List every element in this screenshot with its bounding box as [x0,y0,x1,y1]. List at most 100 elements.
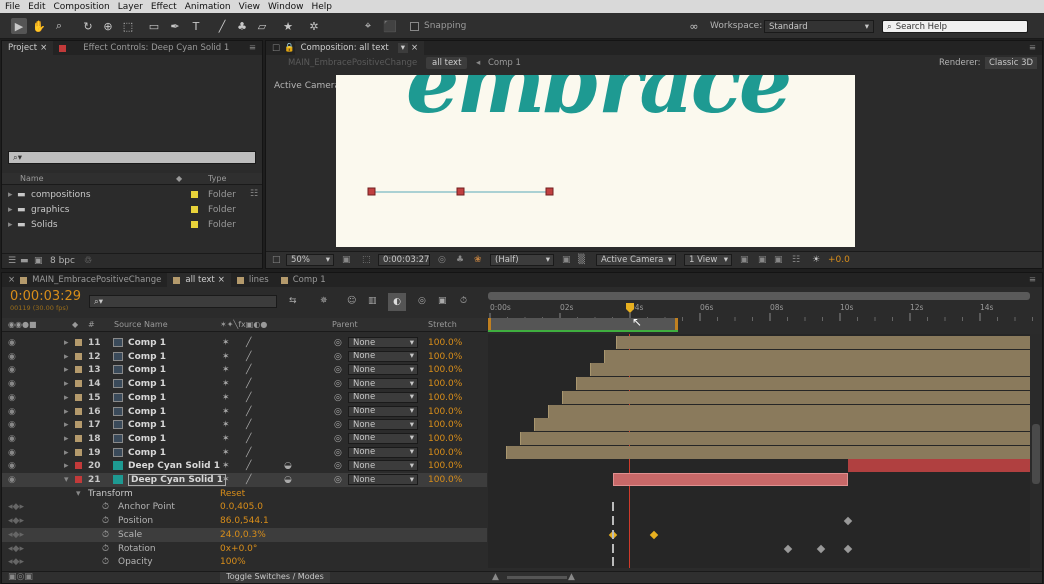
time-navigator[interactable] [488,292,1030,300]
shy-switch-icon[interactable]: ✶ [222,461,230,471]
toggle-pixel-aspect-icon[interactable]: ▣ [740,255,749,265]
brainstorm-icon[interactable]: ▣ [438,296,447,306]
stretch-header[interactable]: Stretch [428,320,457,329]
transform-group[interactable]: ▾ Transform Reset [2,487,487,501]
renderer-button[interactable]: Classic 3D [985,57,1038,69]
live-update-icon[interactable]: ⏱ [460,296,467,306]
table-row[interactable]: ◉ ▸ 14 Comp 1 ✶ ╱ ◎ None ▾ 100.0% [2,377,487,391]
layer-search-input[interactable]: ⌕▾ [89,295,277,308]
draft-3d-icon[interactable]: ✵ [320,296,328,306]
source-name-header[interactable]: Source Name [114,320,168,329]
layer-name[interactable]: Comp 1 [128,338,166,348]
disclosure-triangle-icon[interactable]: ▸ [8,220,13,230]
shy-switch-icon[interactable]: ✶ [222,393,230,403]
world-axis-icon[interactable]: ⬛ [382,18,398,34]
list-item[interactable]: ▸ ▬ graphics Folder [2,203,247,217]
stretch-value[interactable]: 100.0% [428,420,462,430]
layer-duration-bar[interactable] [506,445,1030,459]
stretch-value[interactable]: 100.0% [428,393,462,403]
keyframe-navigator-icon[interactable]: ◂◆▸ [8,544,24,554]
flowchart-icon[interactable]: ☷ [250,189,258,199]
layer-name[interactable]: Comp 1 [128,434,166,444]
snapping-checkbox[interactable] [410,22,419,31]
label-color-swatch[interactable] [75,339,82,346]
stopwatch-icon[interactable]: ⏱ [102,544,109,554]
keyframe-navigator-icon[interactable]: ◂◆▸ [8,516,24,526]
parent-select[interactable]: None ▾ [348,364,418,376]
property-value[interactable]: 0.0,405.0 [220,502,263,512]
tab-main-embrace[interactable]: × MAIN_EmbracePositiveChange [2,273,167,287]
hand-tool-icon[interactable]: ✋ [31,18,47,34]
shy-switch-icon[interactable]: ✶ [222,352,230,362]
comp-mini-flowchart-icon[interactable]: ⇆ [289,296,297,306]
menu-file[interactable]: File [5,2,20,12]
quality-switch-icon[interactable]: ╱ [246,379,251,389]
tab-comp1[interactable]: Comp 1 [275,273,332,287]
stretch-value[interactable]: 100.0% [428,434,462,444]
label-color-swatch[interactable] [75,462,82,470]
av-features-icon[interactable]: ◉◉●■ [8,320,37,329]
type-column-header[interactable]: Type [208,174,226,183]
zoom-slider[interactable] [507,576,567,579]
panel-menu-icon[interactable]: ≡ [1029,275,1036,285]
region-of-interest-icon[interactable]: ▣ [562,255,571,265]
current-time-field[interactable]: 0:00:03:27 [378,254,430,266]
tab-lines[interactable]: lines [231,273,275,287]
layer-name[interactable]: Comp 1 [128,393,166,403]
tab-project[interactable]: Project × [2,41,54,55]
lock-icon[interactable]: 🔒 [284,43,295,53]
search-help-input[interactable]: ⌕ Search Help [882,20,1028,33]
zoom-in-icon[interactable]: ▲ [568,572,575,582]
quality-switch-icon[interactable]: ╱ [246,448,251,458]
parent-select[interactable]: None ▾ [348,391,418,403]
quality-switch-icon[interactable]: ╱ [246,407,251,417]
eye-icon[interactable]: ◉ [8,393,16,403]
keyframe-navigator-icon[interactable]: ◂◆▸ [8,557,24,567]
parent-select[interactable]: None ▾ [348,337,418,348]
disclosure-triangle-icon[interactable]: ▸ [64,434,69,444]
stretch-value[interactable]: 100.0% [428,461,462,471]
pick-whip-icon[interactable]: ◎ [334,393,342,403]
interpret-footage-icon[interactable]: ☰ [8,256,16,266]
list-item[interactable]: ▸ ▬ compositions Folder [2,188,247,202]
graph-editor-icon[interactable]: ◎ [418,296,426,306]
stopwatch-icon[interactable]: ⏱ [102,530,109,540]
eye-icon[interactable]: ◉ [8,420,16,430]
zoom-tool-icon[interactable]: ⌕ [51,18,67,34]
stopwatch-icon[interactable]: ⏱ [102,557,109,567]
disclosure-triangle-icon[interactable]: ▸ [8,205,13,215]
bit-depth-label[interactable]: 8 bpc [50,256,75,266]
layer-duration-bar[interactable] [576,377,1030,391]
layer-name[interactable]: Deep Cyan Solid 1 [128,461,220,471]
panel-menu-icon[interactable]: ≡ [249,43,256,53]
shy-switch-icon[interactable]: ✶ [222,475,230,485]
3d-layer-icon[interactable]: ◒ [284,461,292,471]
close-icon[interactable]: × [40,43,47,53]
lock-icon[interactable]: □ [272,43,280,53]
disclosure-triangle-icon[interactable]: ▸ [64,448,69,458]
parent-select[interactable]: None ▾ [348,405,418,417]
menu-help[interactable]: Help [311,2,332,12]
shy-switch-icon[interactable]: ✶ [222,365,230,375]
disclosure-triangle-icon[interactable]: ▸ [64,420,69,430]
pen-tool-icon[interactable]: ✒ [167,18,183,34]
puppet-pin-tool-icon[interactable]: ✲ [306,18,322,34]
keyframe-navigator-icon[interactable]: ◂◆▸ [8,502,24,512]
table-row[interactable]: ◉ ▸ 18 Comp 1 ✶ ╱ ◎ None ▾ 100.0% [2,432,487,446]
pick-whip-icon[interactable]: ◎ [334,448,342,458]
keyframe-marker[interactable] [816,544,826,553]
roto-brush-tool-icon[interactable]: ★ [280,18,296,34]
toggle-switches-modes-button[interactable]: Toggle Switches / Modes [220,572,330,583]
tab-composition-all-text[interactable]: Composition: all text ▾ × [294,41,425,55]
eye-icon[interactable]: ◉ [8,365,16,375]
shy-switch-icon[interactable]: ✶ [222,420,230,430]
quality-switch-icon[interactable]: ╱ [246,338,251,348]
show-snapshot-icon[interactable]: ♣ [456,255,464,265]
tab-all-text[interactable]: all text × [167,273,231,287]
keyframe-navigator-icon[interactable]: ◂◆▸ [8,530,24,540]
shy-layers-icon[interactable]: ☺ [347,296,356,306]
close-icon[interactable]: × [411,43,418,53]
menu-animation[interactable]: Animation [185,2,231,12]
stretch-value[interactable]: 100.0% [428,475,462,485]
trash-icon[interactable]: ♲ [84,256,92,266]
